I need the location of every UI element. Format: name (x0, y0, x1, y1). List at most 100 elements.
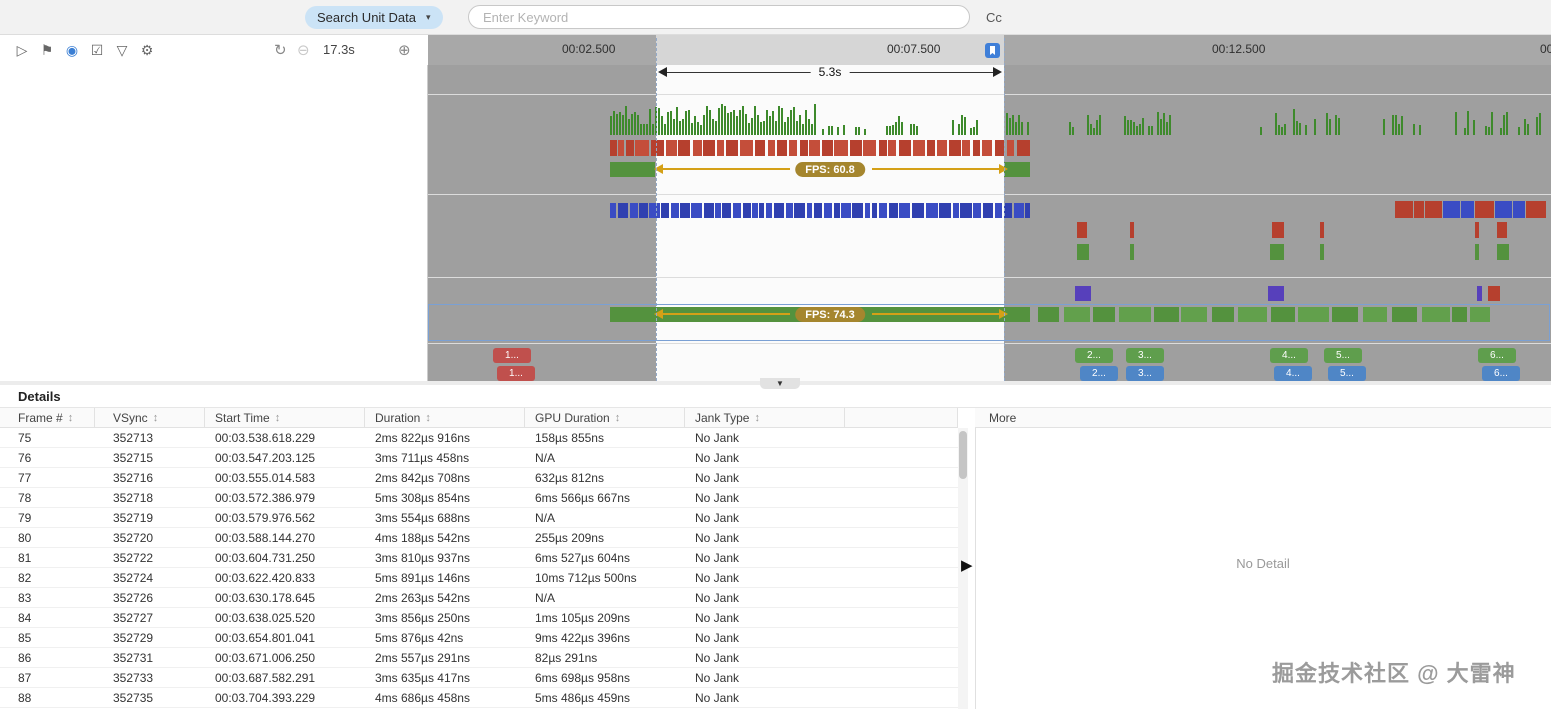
table-cell: 4ms 188µs 542ns (375, 530, 470, 545)
ruler-time-label: 00 (1540, 42, 1551, 56)
column-header[interactable]: Jank Type ↕ (685, 408, 845, 427)
table-cell: 00:03.687.582.291 (215, 670, 316, 685)
table-cell: 82µs 291ns (535, 650, 598, 665)
search-box[interactable] (468, 5, 970, 29)
table-cell: 5ms 891µs 146ns (375, 570, 470, 585)
table-row[interactable]: 88 352735 00:03.704.393.229 4ms 686µs 458ns… (0, 688, 958, 708)
table-row[interactable]: 86 352731 00:03.671.006.250 2ms 557µs 291ns… (0, 648, 958, 668)
table-cell: 00:03.555.014.583 (215, 470, 316, 485)
track-label-panel (0, 65, 428, 381)
table-cell: No Jank (695, 670, 740, 685)
table-cell: 352727 (113, 610, 154, 625)
table-row[interactable]: 75 352713 00:03.538.618.229 2ms 822µs 916ns… (0, 428, 958, 448)
table-row[interactable]: 76 352715 00:03.547.203.125 3ms 711µs 458ns… (0, 448, 958, 468)
column-header[interactable]: GPU Duration ↕ (525, 408, 685, 427)
table-row[interactable]: 84 352727 00:03.638.025.520 3ms 856µs 250ns… (0, 608, 958, 628)
table-cell: 83 (18, 590, 32, 605)
sort-icon[interactable]: ↕ (153, 412, 159, 424)
table-cell: 80 (18, 530, 32, 545)
search-input[interactable] (481, 8, 957, 26)
table-cell: No Jank (695, 630, 740, 645)
table-cell: 158µs 855ns (535, 430, 604, 445)
table-cell: 00:03.604.731.250 (215, 550, 316, 565)
table-row[interactable]: 80 352720 00:03.588.144.270 4ms 188µs 542ns… (0, 528, 958, 548)
table-cell: 3ms 810µs 937ns (375, 550, 470, 565)
column-header[interactable]: Start Time ↕ (205, 408, 365, 427)
table-cell: 00:03.572.386.979 (215, 490, 316, 505)
table-cell: 86 (18, 650, 32, 665)
visible-duration-label: 17.3s (323, 42, 355, 57)
sort-icon[interactable]: ↕ (754, 412, 760, 424)
task-list-icon[interactable]: ☑ (89, 42, 105, 59)
table-cell: 352716 (113, 470, 154, 485)
selection-measure: 5.3s (658, 65, 1002, 79)
table-cell: 352724 (113, 570, 154, 585)
table-cell: 352722 (113, 550, 154, 565)
table-cell: 352720 (113, 530, 154, 545)
sort-icon[interactable]: ↕ (615, 412, 621, 424)
play-icon[interactable]: ▷ (14, 42, 30, 59)
table-cell: 6ms 698µs 958ns (535, 670, 630, 685)
search-scope-dropdown[interactable]: Search Unit Data ▾ (305, 6, 443, 29)
zoom-reset-icon[interactable]: ↻ (274, 41, 287, 59)
table-cell: 77 (18, 470, 32, 485)
table-cell: 5ms 876µs 42ns (375, 630, 464, 645)
table-cell: 9ms 422µs 396ns (535, 630, 630, 645)
table-cell: 00:03.654.801.041 (215, 630, 316, 645)
sort-icon[interactable]: ↕ (68, 412, 74, 424)
table-cell: 6ms 566µs 667ns (535, 490, 630, 505)
flag-icon[interactable]: ⚑ (39, 42, 55, 59)
table-cell: 352735 (113, 690, 154, 705)
table-cell: 352718 (113, 490, 154, 505)
table-scrollbar-thumb[interactable] (959, 431, 967, 479)
bookmark-icon[interactable] (985, 43, 1000, 61)
table-cell: No Jank (695, 650, 740, 665)
timeline-toolbar: ▷ ⚑ ◉ ☑ ▽ ⚙ (14, 35, 155, 65)
table-cell: 00:03.588.144.270 (215, 530, 316, 545)
table-cell: 2ms 557µs 291ns (375, 650, 470, 665)
collapse-details-button[interactable]: ▼ (760, 378, 800, 389)
table-row[interactable]: 85 352729 00:03.654.801.041 5ms 876µs 42ns 9… (0, 628, 958, 648)
details-title-text: Details (18, 388, 61, 404)
table-cell: 82 (18, 570, 32, 585)
table-cell: 81 (18, 550, 32, 565)
column-header-empty (845, 408, 958, 427)
table-cell: No Jank (695, 590, 740, 605)
table-cell: 00:03.547.203.125 (215, 450, 316, 465)
watermark: 掘金技术社区 @ 大雷神 (1272, 661, 1516, 686)
table-row[interactable]: 77 352716 00:03.555.014.583 2ms 842µs 708ns… (0, 468, 958, 488)
table-cell: 00:03.630.178.645 (215, 590, 316, 605)
zoom-out-icon[interactable]: ⊖ (297, 41, 310, 59)
table-cell: No Jank (695, 610, 740, 625)
table-row[interactable]: 81 352722 00:03.604.731.250 3ms 810µs 937ns… (0, 548, 958, 568)
table-cell: 2ms 842µs 708ns (375, 470, 470, 485)
sort-icon[interactable]: ↕ (275, 412, 281, 424)
column-header[interactable]: VSync ↕ (95, 408, 205, 427)
column-header[interactable]: Duration ↕ (365, 408, 525, 427)
zoom-in-icon[interactable]: ⊕ (398, 41, 411, 59)
table-cell: 352715 (113, 450, 154, 465)
filter-icon[interactable]: ▽ (114, 42, 130, 59)
table-cell: 10ms 712µs 500ns (535, 570, 637, 585)
table-cell: 00:03.638.025.520 (215, 610, 316, 625)
locate-icon[interactable]: ◉ (64, 42, 80, 59)
details-header-row: Frame # ↕ VSync ↕ Start Time ↕ Duration ↕ GPU Du… (0, 408, 958, 428)
match-case-toggle[interactable]: Cc (986, 10, 1002, 25)
table-cell: No Jank (695, 530, 740, 545)
chevron-down-icon: ▼ (776, 379, 784, 388)
settings-icon[interactable]: ⚙ (139, 42, 155, 59)
table-row[interactable]: 78 352718 00:03.572.386.979 5ms 308µs 854ns… (0, 488, 958, 508)
column-header[interactable]: Frame # ↕ (0, 408, 95, 427)
table-cell: 352726 (113, 590, 154, 605)
sort-icon[interactable]: ↕ (425, 412, 431, 424)
table-cell: 00:03.704.393.229 (215, 690, 316, 705)
ruler-time-label: 00:12.500 (1212, 42, 1266, 56)
table-cell: 3ms 856µs 250ns (375, 610, 470, 625)
table-cell: 352729 (113, 630, 154, 645)
table-cell: 76 (18, 450, 32, 465)
table-row[interactable]: 87 352733 00:03.687.582.291 3ms 635µs 417ns… (0, 668, 958, 688)
expand-panel-arrow[interactable]: ▶ (961, 556, 973, 574)
table-row[interactable]: 79 352719 00:03.579.976.562 3ms 554µs 688ns… (0, 508, 958, 528)
table-row[interactable]: 82 352724 00:03.622.420.833 5ms 891µs 146ns… (0, 568, 958, 588)
table-row[interactable]: 83 352726 00:03.630.178.645 2ms 263µs 542ns… (0, 588, 958, 608)
